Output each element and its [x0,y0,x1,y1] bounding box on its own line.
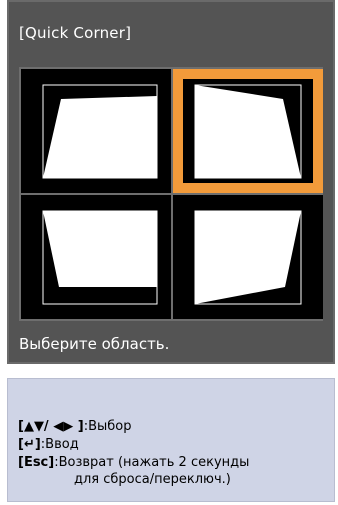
help-box: [▲▼/ ◀▶ ]:Выбор [↵]:Ввод [Esc]:Возврат (… [7,378,335,502]
corner-preview-bottom-left [42,210,158,305]
corner-preview-top-right [173,69,323,193]
help-esc-continued: для сброса/переключ.) [74,472,231,487]
quick-corner-panel: [Quick Corner] Выберите область. [7,0,335,364]
corner-cell-top-left[interactable] [21,69,171,193]
select-keys-label: [▲▼/ ◀▶ ] [18,419,84,434]
help-enter: [↵]:Ввод [18,437,79,452]
enter-key-icon: [↵] [18,437,41,452]
corner-preview-top-left [42,84,158,179]
corner-grid [19,67,323,321]
esc-text: :Возврат (нажать 2 секунды [54,455,250,470]
corner-preview-bottom-right [194,210,302,305]
corner-cell-bottom-left[interactable] [21,195,171,319]
help-select: [▲▼/ ◀▶ ]:Выбор [18,419,131,434]
panel-title: [Quick Corner] [19,24,132,42]
select-text: :Выбор [83,419,132,434]
corner-cell-bottom-right[interactable] [173,195,323,319]
enter-text: :Ввод [40,437,79,452]
help-esc: [Esc]:Возврат (нажать 2 секунды [18,455,249,470]
status-message: Выберите область. [19,335,170,353]
esc-key-label: [Esc] [18,455,55,470]
corner-cell-top-right[interactable] [173,69,323,193]
